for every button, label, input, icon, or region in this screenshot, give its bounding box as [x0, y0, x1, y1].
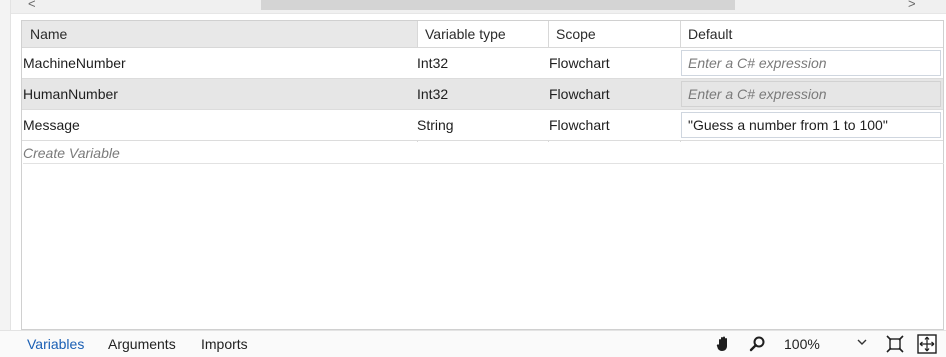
scroll-left-icon[interactable]: < [28, 0, 36, 11]
horizontal-scrollbar[interactable]: < > [11, 0, 946, 14]
bottom-toolbar: Variables Arguments Imports 100% [0, 330, 946, 357]
variable-type[interactable]: Int32 [417, 79, 448, 109]
column-header-variable-type[interactable]: Variable type [417, 21, 548, 47]
variable-name[interactable]: HumanNumber [23, 79, 118, 109]
tab-arguments[interactable]: Arguments [108, 336, 176, 352]
variable-row[interactable]: MachineNumber Int32 Flowchart Enter a C#… [22, 48, 943, 79]
scrollbar-thumb[interactable] [261, 0, 735, 10]
variable-type[interactable]: String [417, 110, 454, 140]
variables-panel-window: < > Name Variable type Scope Default Mac… [0, 0, 946, 357]
variables-grid: Name Variable type Scope Default Machine… [21, 20, 944, 330]
column-header-default[interactable]: Default [680, 21, 943, 47]
tab-variables[interactable]: Variables [27, 336, 84, 352]
default-expression-input[interactable]: Enter a C# expression [681, 50, 941, 76]
variable-row-selected[interactable]: HumanNumber Int32 Flowchart Enter a C# e… [22, 79, 943, 110]
fit-to-screen-icon[interactable] [885, 335, 905, 353]
create-variable-row[interactable]: Create Variable [23, 142, 944, 164]
variable-scope[interactable]: Flowchart [549, 110, 610, 140]
variable-scope[interactable]: Flowchart [549, 79, 610, 109]
zoom-level[interactable]: 100% [784, 336, 820, 352]
variable-name[interactable]: Message [23, 110, 80, 140]
overview-icon[interactable] [917, 334, 937, 354]
magnifier-icon[interactable] [747, 335, 767, 353]
grid-header: Name Variable type Scope Default [22, 21, 943, 48]
variable-scope[interactable]: Flowchart [549, 48, 610, 78]
column-header-name[interactable]: Name [22, 21, 417, 47]
tab-imports[interactable]: Imports [201, 336, 248, 352]
chevron-down-icon[interactable] [856, 336, 868, 351]
left-gutter [0, 0, 11, 330]
variable-type[interactable]: Int32 [417, 48, 448, 78]
hand-icon[interactable] [714, 335, 734, 353]
default-expression-input[interactable]: Enter a C# expression [681, 81, 941, 107]
scroll-right-icon[interactable]: > [908, 0, 916, 11]
column-header-scope[interactable]: Scope [548, 21, 680, 47]
variable-row[interactable]: Message String Flowchart "Guess a number… [22, 110, 943, 141]
default-expression-input[interactable]: "Guess a number from 1 to 100" [681, 112, 941, 138]
variable-name[interactable]: MachineNumber [23, 48, 126, 78]
